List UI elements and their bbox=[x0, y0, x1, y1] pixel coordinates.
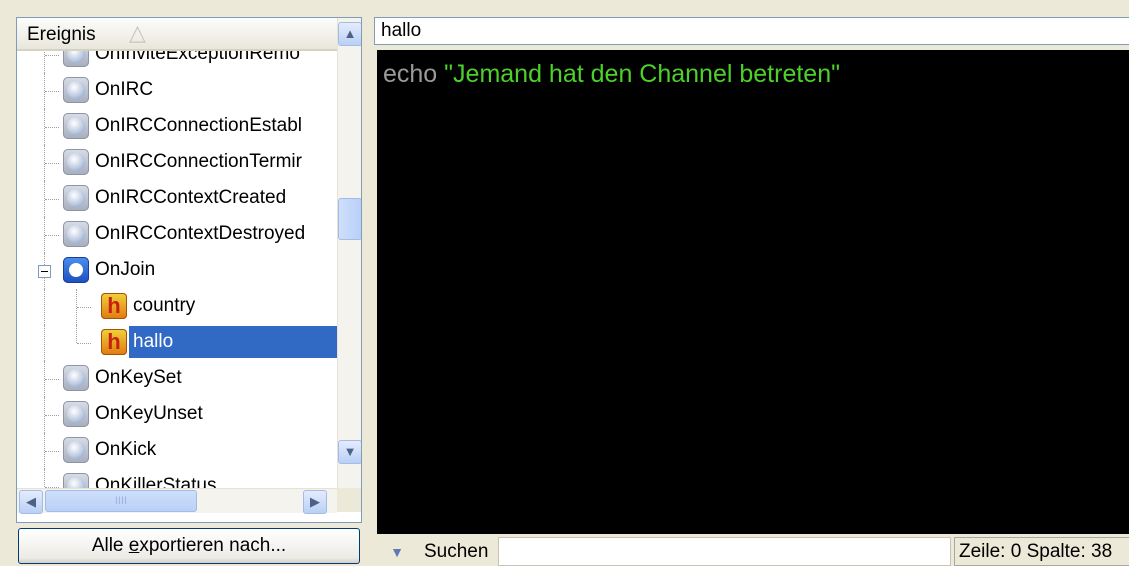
tree-item[interactable]: OnKeyUnset bbox=[17, 397, 337, 433]
tree-item[interactable]: OnKick bbox=[17, 433, 337, 469]
scroll-thumb[interactable] bbox=[338, 198, 361, 240]
event-icon bbox=[63, 149, 89, 175]
tree-item-onjoin[interactable]: OnJoin bbox=[17, 253, 337, 289]
tree-horizontal-scrollbar[interactable]: ◀ IIII ▶ bbox=[17, 488, 337, 514]
code-editor[interactable]: echo "Jemand hat den Channel betreten" bbox=[377, 50, 1129, 534]
tree-item-label: OnKick bbox=[95, 439, 157, 460]
event-icon bbox=[63, 365, 89, 391]
tree-item-label: OnInviteExceptionRemo bbox=[95, 51, 300, 64]
export-label-accel: e bbox=[128, 535, 140, 556]
handler-icon: h bbox=[101, 329, 127, 355]
tree-item-label: country bbox=[133, 295, 196, 316]
tree-item-label: OnIRCContextCreated bbox=[95, 187, 287, 208]
column-header-label: Ereignis bbox=[27, 24, 96, 45]
event-active-icon bbox=[63, 257, 89, 283]
tree-item-label: hallo bbox=[129, 326, 337, 358]
export-all-button[interactable]: Alle exportieren nach... bbox=[18, 528, 360, 564]
tree-item[interactable]: OnIRC bbox=[17, 73, 337, 109]
event-tree-panel: Ereignis △ OnInviteExceptionRemo OnIRC O… bbox=[16, 17, 362, 523]
search-toggle-icon[interactable]: ▼ bbox=[377, 538, 417, 566]
search-input[interactable] bbox=[498, 537, 951, 566]
scroll-down-icon[interactable]: ▼ bbox=[338, 440, 361, 464]
code-string: "Jemand hat den Channel betreten" bbox=[444, 60, 840, 88]
scroll-right-icon[interactable]: ▶ bbox=[303, 490, 327, 514]
tree-item-label: OnKeySet bbox=[95, 367, 182, 388]
tree-item-selected[interactable]: h hallo bbox=[17, 325, 337, 361]
tree-item-label: OnJoin bbox=[95, 259, 156, 280]
tree-item[interactable]: OnIRCContextCreated bbox=[17, 181, 337, 217]
event-icon bbox=[63, 473, 89, 488]
export-label-suffix: xportieren nach... bbox=[139, 535, 287, 556]
search-label: Suchen bbox=[424, 541, 489, 562]
tree-item[interactable]: OnIRCContextDestroyed bbox=[17, 217, 337, 253]
cursor-position-status: Zeile: 0 Spalte: 38 bbox=[954, 537, 1129, 566]
scroll-left-icon[interactable]: ◀ bbox=[19, 490, 43, 514]
event-icon bbox=[63, 221, 89, 247]
tree-item-label: OnKillerStatus bbox=[95, 475, 217, 488]
tree-item-label: OnKeyUnset bbox=[95, 403, 203, 424]
tree-vertical-scrollbar[interactable]: ▲ ▼ bbox=[337, 18, 361, 488]
event-icon bbox=[63, 401, 89, 427]
tree-column-header[interactable]: Ereignis △ bbox=[17, 18, 361, 51]
tree-item-label: OnIRCConnectionTermir bbox=[95, 151, 302, 172]
tree-item[interactable]: OnKillerStatus bbox=[17, 469, 337, 488]
tree-item[interactable]: OnKeySet bbox=[17, 361, 337, 397]
event-tree: OnInviteExceptionRemo OnIRC OnIRCConnect… bbox=[17, 51, 337, 488]
scroll-thumb[interactable]: IIII bbox=[45, 490, 197, 512]
tree-item[interactable]: OnInviteExceptionRemo bbox=[17, 51, 337, 73]
event-icon bbox=[63, 185, 89, 211]
sort-ascending-icon: △ bbox=[129, 20, 146, 45]
event-icon bbox=[63, 113, 89, 139]
tree-item[interactable]: OnIRCConnectionEstabl bbox=[17, 109, 337, 145]
tree-item-label: OnIRCContextDestroyed bbox=[95, 223, 306, 244]
tree-item-label: OnIRCConnectionEstabl bbox=[95, 115, 302, 136]
event-icon bbox=[63, 77, 89, 103]
scroll-corner bbox=[337, 488, 361, 512]
tree-item-label: OnIRC bbox=[95, 79, 154, 100]
handler-icon: h bbox=[101, 293, 127, 319]
export-label-prefix: Alle bbox=[91, 535, 129, 556]
event-icon bbox=[63, 51, 89, 67]
scroll-up-icon[interactable]: ▲ bbox=[338, 22, 361, 46]
tree-item[interactable]: h country bbox=[17, 289, 337, 325]
tree-item[interactable]: OnIRCConnectionTermir bbox=[17, 145, 337, 181]
event-icon bbox=[63, 437, 89, 463]
collapse-toggle-icon[interactable] bbox=[38, 265, 51, 278]
code-keyword: echo bbox=[383, 60, 445, 88]
script-name-field[interactable]: hallo bbox=[374, 17, 1129, 45]
